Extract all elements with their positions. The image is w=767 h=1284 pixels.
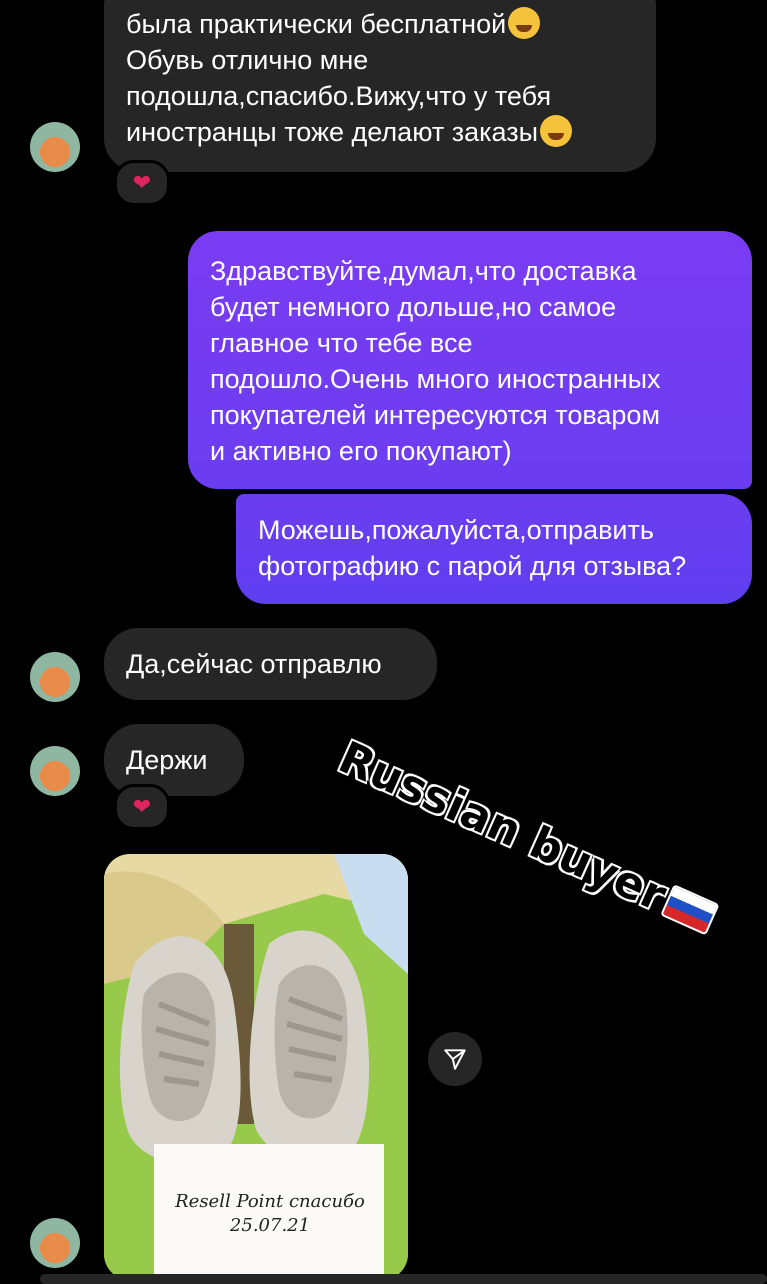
message-line: иностранцы тоже делают заказы xyxy=(126,114,634,150)
grinning-face-icon xyxy=(540,115,573,147)
share-button[interactable] xyxy=(428,1032,482,1086)
avatar[interactable] xyxy=(30,1218,80,1268)
avatar[interactable] xyxy=(30,746,80,796)
heart-icon: ❤ xyxy=(132,170,152,195)
hugging-face-icon xyxy=(508,7,541,39)
message-line: Обувь отлично мне xyxy=(126,45,369,75)
outgoing-message-2[interactable]: Здравствуйте,думал,что доставка будет не… xyxy=(188,231,752,489)
caption-line-2: 25.07.21 xyxy=(229,1215,311,1236)
russia-flag-icon xyxy=(660,884,720,936)
heart-icon: ❤ xyxy=(132,794,152,819)
photo-caption: Resell Point спасибо 25.07.21 xyxy=(160,1190,380,1238)
message-text: Держи xyxy=(126,745,208,775)
message-line: фотографию с парой для отзыва? xyxy=(258,551,687,581)
message-line: главное что тебе все xyxy=(210,328,473,358)
avatar[interactable] xyxy=(30,652,80,702)
message-line: подошла,спасибо.Вижу,что у тебя xyxy=(126,81,552,111)
message-line: была практически бесплатной xyxy=(126,6,634,42)
message-line: покупателей интересуются товаром xyxy=(210,400,661,430)
send-icon xyxy=(444,1049,466,1070)
message-text: Да,сейчас отправлю xyxy=(126,649,382,679)
message-line: и активно его покупают) xyxy=(210,436,512,466)
avatar[interactable] xyxy=(30,122,80,172)
incoming-message-4[interactable]: Да,сейчас отправлю xyxy=(104,628,437,700)
outgoing-message-3[interactable]: Можешь,пожалуйста,отправить фотографию с… xyxy=(236,494,752,604)
message-line: Можешь,пожалуйста,отправить xyxy=(258,515,654,545)
message-line: будет немного дольше,но самое xyxy=(210,292,617,322)
heart-reaction[interactable]: ❤ xyxy=(114,160,170,206)
caption-line-1: Resell Point спасибо xyxy=(175,1191,365,1212)
incoming-message-1[interactable]: была практически бесплатной Обувь отличн… xyxy=(104,0,656,172)
message-line: подошло.Очень много иностранных xyxy=(210,364,661,394)
message-composer-edge xyxy=(40,1274,767,1284)
message-line: Здравствуйте,думал,что доставка xyxy=(210,256,637,286)
heart-reaction[interactable]: ❤ xyxy=(114,784,170,830)
shoe-photo[interactable]: Resell Point спасибо 25.07.21 xyxy=(104,854,408,1280)
